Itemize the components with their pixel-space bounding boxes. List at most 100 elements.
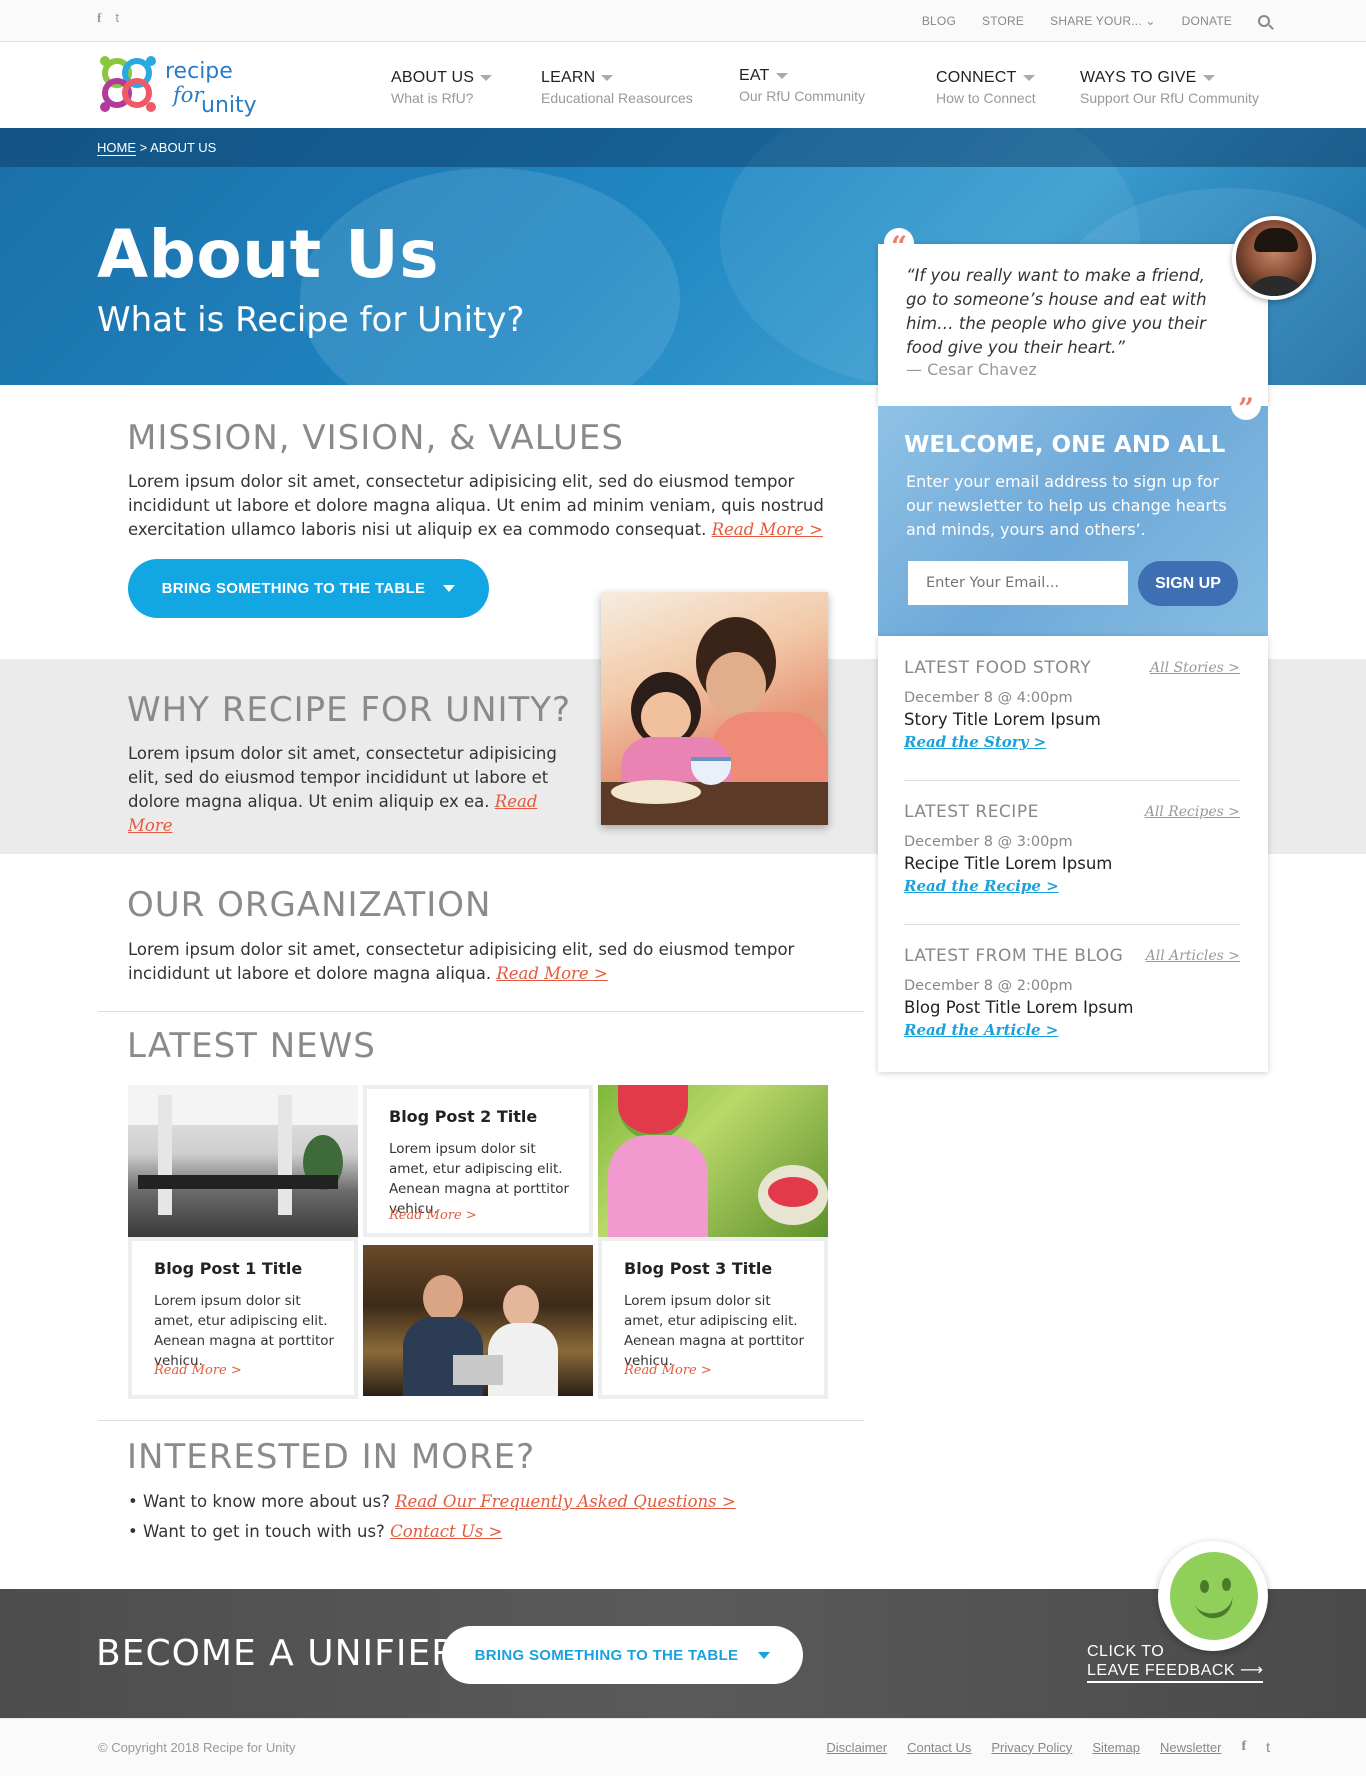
site-logo[interactable]: recipe for unity	[97, 53, 257, 121]
photo-shape	[453, 1355, 503, 1385]
organization-text: Lorem ipsum dolor sit amet, consectetur …	[128, 940, 795, 983]
nav-label: LEARN	[541, 69, 596, 86]
contact-link[interactable]: Contact Us >	[390, 1522, 502, 1541]
read-the-story-link[interactable]: Read the Story >	[904, 733, 1046, 751]
nav-connect[interactable]: CONNECT How to Connect	[936, 69, 1036, 106]
bring-something-dropdown-button[interactable]: BRING SOMETHING TO THE TABLE	[442, 1626, 803, 1684]
all-articles-link[interactable]: All Articles >	[1146, 948, 1240, 964]
smiley-mouth	[1194, 1592, 1236, 1622]
newsletter-signup: WELCOME, ONE AND ALL Enter your email ad…	[878, 406, 1268, 636]
nav-about-us[interactable]: ABOUT US What is RfU?	[391, 69, 493, 106]
donate-link[interactable]: DONATE	[1182, 14, 1232, 28]
feedback-smiley-icon[interactable]	[1158, 1541, 1268, 1651]
caret-down-icon	[480, 75, 493, 81]
feedback-line-2: LEAVE FEEDBACK ⟶	[1087, 1661, 1264, 1683]
logo-text-unity: unity	[201, 93, 257, 118]
nav-label: CONNECT	[936, 69, 1017, 86]
bring-something-dropdown-button[interactable]: BRING SOMETHING TO THE TABLE	[128, 559, 489, 618]
mission-read-more-link[interactable]: Read More >	[712, 520, 823, 539]
quote-author: — Cesar Chavez	[906, 360, 1037, 379]
photo-shape	[706, 652, 766, 717]
photo-shape	[611, 780, 701, 804]
family-meal-photo	[601, 592, 828, 825]
breadcrumb-home[interactable]: HOME	[97, 140, 136, 156]
smiley-face	[1170, 1552, 1258, 1640]
nav-label: ABOUT US	[391, 69, 475, 86]
share-your-label: SHARE YOUR...	[1050, 14, 1142, 28]
main-header: recipe for unity ABOUT US What is RfU? L…	[0, 43, 1366, 128]
caret-down-icon	[1022, 75, 1035, 81]
twitter-icon[interactable]: t	[1266, 1739, 1270, 1755]
photo-shape	[278, 1095, 292, 1215]
faq-link[interactable]: Read Our Frequently Asked Questions >	[395, 1492, 736, 1511]
nav-sublabel: How to Connect	[936, 90, 1036, 106]
logo-mark-icon	[100, 56, 156, 112]
nav-learn[interactable]: LEARN Educational Reasources	[541, 69, 693, 106]
blog-post-2-image[interactable]	[363, 1245, 593, 1396]
blog-post-read-more-link[interactable]: Read More >	[389, 1208, 477, 1223]
site-footer: © Copyright 2018 Recipe for Unity Discla…	[0, 1718, 1366, 1776]
utility-bar: f t BLOG STORE SHARE YOUR... ⌄ DONATE	[0, 0, 1366, 42]
photo-shape	[138, 1175, 338, 1189]
facebook-icon[interactable]: f	[1241, 1739, 1246, 1755]
read-the-article-link[interactable]: Read the Article >	[904, 1021, 1058, 1039]
blog-link[interactable]: BLOG	[922, 14, 956, 28]
photo-shape	[768, 1177, 818, 1207]
all-recipes-link[interactable]: All Recipes >	[1145, 804, 1240, 820]
facebook-icon[interactable]: f	[97, 10, 101, 26]
smiley-eye	[1200, 1580, 1209, 1593]
blog-post-1-image[interactable]	[128, 1085, 358, 1237]
search-icon[interactable]	[1258, 15, 1270, 27]
leave-feedback-link[interactable]: CLICK TO LEAVE FEEDBACK ⟶	[1087, 1642, 1264, 1683]
blog-post-title: Blog Post 1 Title	[154, 1259, 303, 1278]
blog-post-2-card[interactable]: Blog Post 2 Title Lorem ipsum dolor sit …	[363, 1085, 593, 1237]
store-link[interactable]: STORE	[982, 14, 1024, 28]
photo-shape	[608, 1135, 708, 1237]
photo-shape	[618, 1085, 688, 1140]
section-divider	[98, 1011, 864, 1012]
blog-post-1-card[interactable]: Blog Post 1 Title Lorem ipsum dolor sit …	[128, 1237, 358, 1399]
mission-title: MISSION, VISION, & VALUES	[127, 418, 624, 458]
share-your-dropdown[interactable]: SHARE YOUR... ⌄	[1050, 14, 1156, 28]
read-the-recipe-link[interactable]: Read the Recipe >	[904, 877, 1059, 895]
unifier-title: BECOME A UNIFIER	[96, 1633, 458, 1674]
caret-down-icon	[443, 585, 456, 592]
blog-post-3-image[interactable]	[598, 1085, 828, 1237]
blog-post-read-more-link[interactable]: Read More >	[624, 1363, 712, 1378]
blog-post-excerpt: Lorem ipsum dolor sit amet, etur adipisc…	[154, 1293, 335, 1369]
privacy-policy-link[interactable]: Privacy Policy	[991, 1740, 1072, 1755]
why-body: Lorem ipsum dolor sit amet, consectetur …	[128, 742, 573, 838]
photo-shape	[641, 692, 691, 742]
latest-food-story: LATEST FOOD STORY All Stories > December…	[904, 658, 1240, 752]
blog-post-3-card[interactable]: Blog Post 3 Title Lorem ipsum dolor sit …	[598, 1237, 828, 1399]
sign-up-button[interactable]: SIGN UP	[1138, 561, 1238, 606]
smiley-eye	[1222, 1578, 1231, 1591]
contact-us-link[interactable]: Contact Us	[907, 1740, 971, 1755]
quote-author-avatar	[1232, 216, 1316, 300]
organization-title: OUR ORGANIZATION	[127, 885, 492, 925]
all-stories-link[interactable]: All Stories >	[1150, 660, 1240, 676]
email-field[interactable]	[908, 561, 1128, 605]
nav-label: WAYS TO GIVE	[1080, 69, 1197, 86]
mission-body: Lorem ipsum dolor sit amet, consectetur …	[128, 470, 828, 542]
nav-eat[interactable]: EAT Our RfU Community	[739, 67, 865, 104]
blog-post-read-more-link[interactable]: Read More >	[154, 1363, 242, 1378]
utility-links: BLOG STORE SHARE YOUR... ⌄ DONATE	[922, 14, 1270, 28]
nav-ways-to-give[interactable]: WAYS TO GIVE Support Our RfU Community	[1080, 69, 1259, 106]
page-title: About Us	[97, 216, 440, 293]
sitemap-link[interactable]: Sitemap	[1092, 1740, 1140, 1755]
signup-description: Enter your email address to sign up for …	[906, 472, 1227, 539]
nav-sublabel: Educational Reasources	[541, 90, 693, 106]
latest-recipe: LATEST RECIPE All Recipes > December 8 @…	[904, 802, 1240, 896]
blog-post-excerpt: Lorem ipsum dolor sit amet, etur adipisc…	[389, 1141, 570, 1217]
cta-label: BRING SOMETHING TO THE TABLE	[161, 580, 426, 597]
twitter-icon[interactable]: t	[115, 10, 119, 26]
organization-read-more-link[interactable]: Read More >	[496, 964, 607, 983]
blog-post-title: Blog Post 3 Title	[624, 1259, 773, 1278]
cta-label: BRING SOMETHING TO THE TABLE	[474, 1646, 739, 1664]
caret-down-icon	[1202, 75, 1215, 81]
disclaimer-link[interactable]: Disclaimer	[826, 1740, 887, 1755]
page-subtitle: What is Recipe for Unity?	[97, 300, 525, 340]
newsletter-link[interactable]: Newsletter	[1160, 1740, 1221, 1755]
feed-date: December 8 @ 2:00pm	[904, 978, 1073, 994]
